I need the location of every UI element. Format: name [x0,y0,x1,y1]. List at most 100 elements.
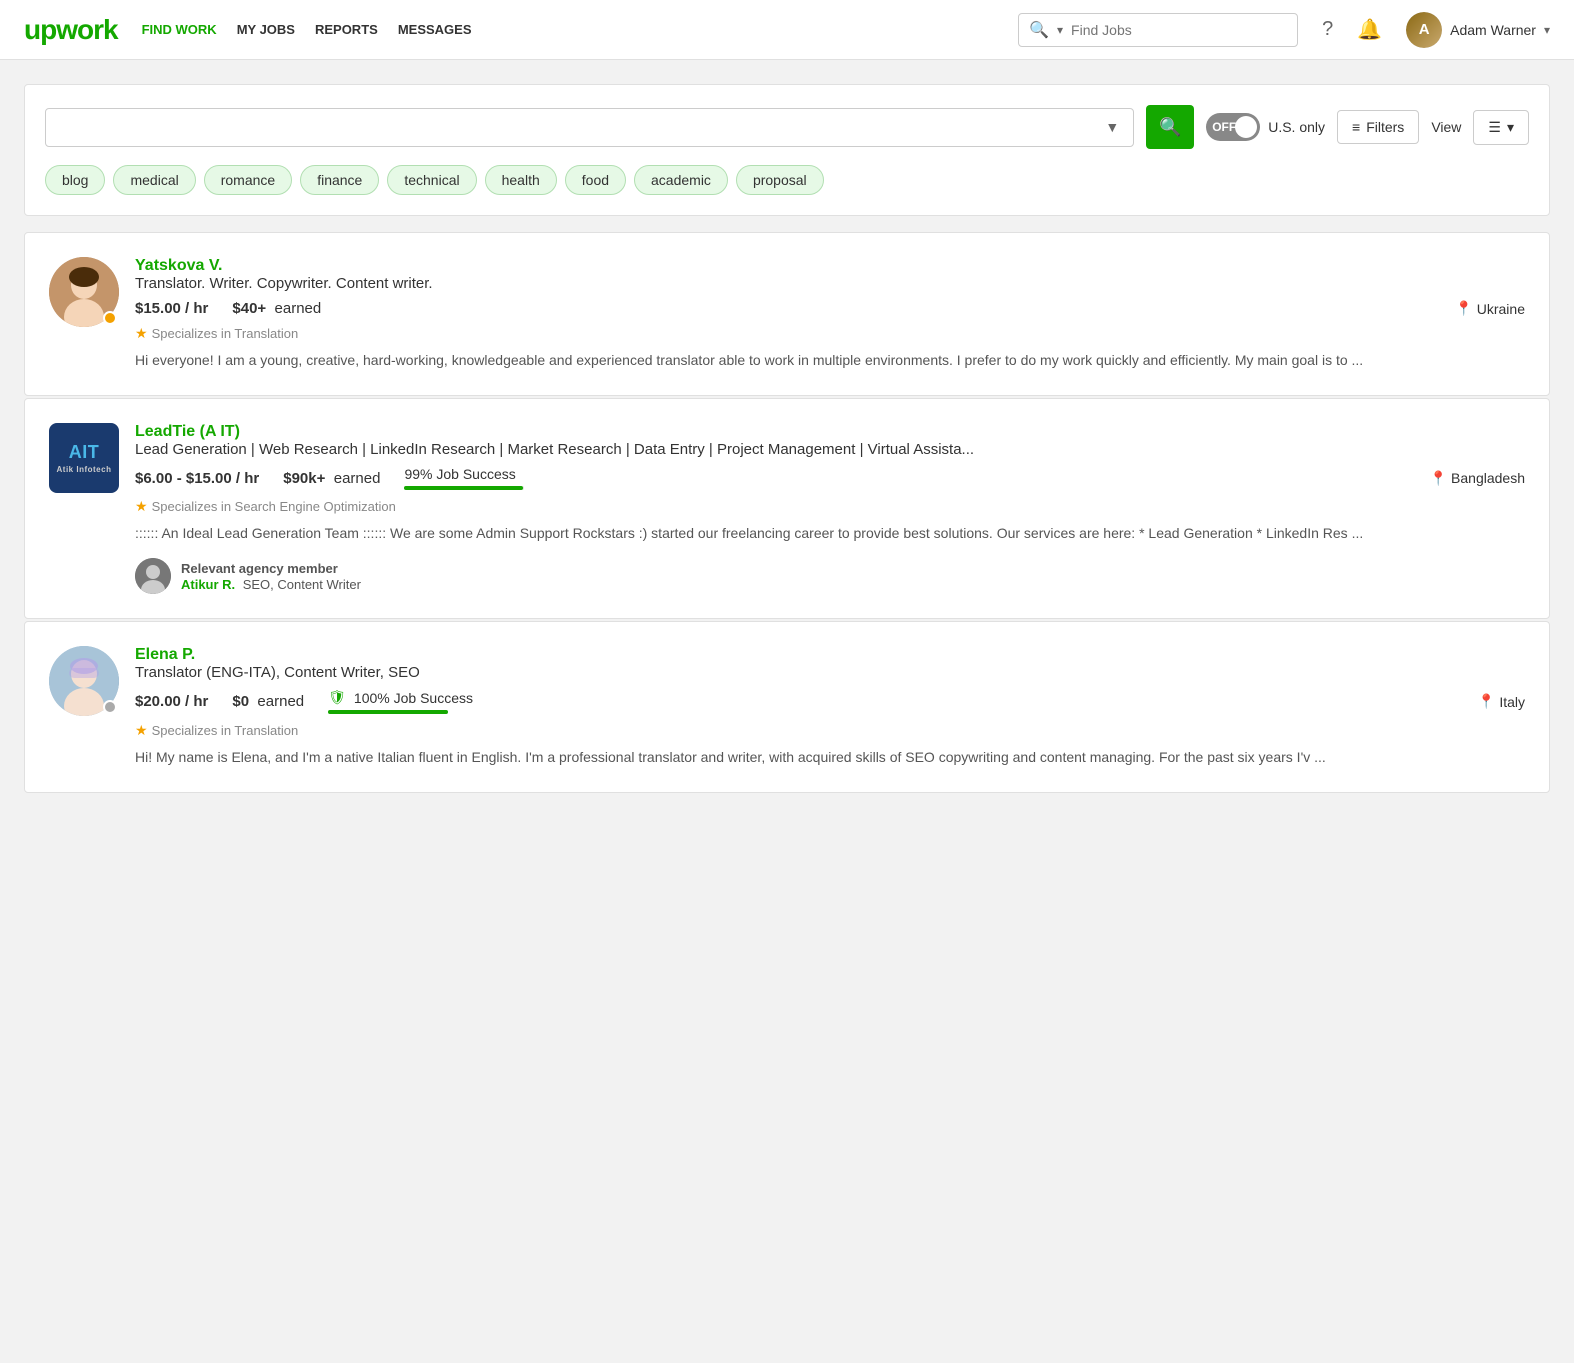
rate: $15.00 / hr [135,300,208,317]
view-toggle-button[interactable]: ☰ ▾ [1473,110,1529,145]
location-icon: 📍 [1430,470,1447,487]
filters-button[interactable]: ≡ Filters [1337,110,1419,144]
us-only-toggle[interactable]: OFF [1206,113,1260,141]
user-menu[interactable]: A Adam Warner ▾ [1406,12,1550,48]
tags-row: blog medical romance finance technical h… [45,165,1529,195]
tag-proposal[interactable]: proposal [736,165,824,195]
card-meta: $6.00 - $15.00 / hr $90k+ earned 99% Job… [135,466,1525,490]
filters-icon: ≡ [1352,119,1360,135]
nav-messages[interactable]: MESSAGES [398,22,472,37]
job-success: 🛡 100% Job Success [328,689,473,714]
earned-value: $0 [232,693,249,710]
search-section: content writer ▼ 🔍 OFF U.S. only ≡ Filte… [24,84,1550,216]
card-top: AIT Atik Infotech LeadTie (A IT) Lead Ge… [49,423,1525,594]
nav-find-work[interactable]: FIND WORK [142,22,217,37]
main-content: content writer ▼ 🔍 OFF U.S. only ≡ Filte… [0,60,1574,819]
earned-info: $40+ earned [232,300,321,317]
star-icon: ★ [135,325,148,342]
toggle-knob [1235,116,1257,138]
earned-value: $40+ [232,300,266,317]
nav-reports[interactable]: REPORTS [315,22,378,37]
avatar-wrap [49,646,119,716]
location-icon: 📍 [1455,300,1472,317]
view-label: View [1431,119,1461,135]
shield-icon: 🛡 [328,689,346,706]
card-top: Elena P. Translator (ENG-ITA), Content W… [49,646,1525,768]
user-menu-chevron[interactable]: ▾ [1544,23,1550,37]
help-icon[interactable]: ? [1322,18,1333,41]
specializes: ★ Specializes in Translation [135,722,1525,739]
tag-health[interactable]: health [485,165,557,195]
location-text: Italy [1499,694,1525,710]
tag-academic[interactable]: academic [634,165,728,195]
result-card: Yatskova V. Translator. Writer. Copywrit… [24,232,1550,396]
search-button[interactable]: 🔍 [1146,105,1194,149]
card-body: Yatskova V. Translator. Writer. Copywrit… [135,257,1525,371]
agency-member-name[interactable]: Atikur R. [181,577,235,592]
freelancer-title: Lead Generation | Web Research | LinkedI… [135,441,1525,458]
header-search-icon: 🔍 [1029,20,1049,40]
location: 📍 Bangladesh [1430,470,1525,487]
logo-text: upwork [24,14,118,46]
toggle-container: OFF U.S. only [1206,113,1325,141]
star-icon: ★ [135,722,148,739]
agency-label: Relevant agency member [181,561,361,576]
freelancer-name[interactable]: Elena P. [135,646,1525,664]
tag-medical[interactable]: medical [113,165,195,195]
results-list: Yatskova V. Translator. Writer. Copywrit… [24,232,1550,795]
header-search-bar[interactable]: 🔍 ▾ [1018,13,1298,47]
tag-food[interactable]: food [565,165,626,195]
job-success-row: 🛡 100% Job Success [328,689,473,706]
location-text: Ukraine [1477,301,1525,317]
freelancer-name[interactable]: LeadTie (A IT) [135,423,1525,441]
location: 📍 Italy [1478,693,1525,710]
search-dropdown-icon[interactable]: ▼ [1105,119,1119,135]
star-icon: ★ [135,498,148,515]
location-text: Bangladesh [1451,470,1525,486]
card-meta: $15.00 / hr $40+ earned 📍 Ukraine [135,300,1525,317]
header: upwork FIND WORK MY JOBS REPORTS MESSAGE… [0,0,1574,60]
tag-technical[interactable]: technical [387,165,476,195]
tag-romance[interactable]: romance [204,165,292,195]
header-search-dropdown[interactable]: ▾ [1057,23,1063,37]
view-list-icon: ☰ [1488,119,1501,136]
agency-member-avatar [135,558,171,594]
bio: Hi! My name is Elena, and I'm a native I… [135,747,1525,768]
success-bar-wrap [404,486,524,490]
agency-member-role: SEO, Content Writer [239,577,361,592]
job-success-text: 100% Job Success [354,690,473,706]
freelancer-name[interactable]: Yatskova V. [135,257,1525,275]
earned-info: $90k+ earned [283,470,380,487]
bio: Hi everyone! I am a young, creative, har… [135,350,1525,371]
specializes: ★ Specializes in Search Engine Optimizat… [135,498,1525,515]
tag-blog[interactable]: blog [45,165,105,195]
result-card: Elena P. Translator (ENG-ITA), Content W… [24,621,1550,793]
freelancer-title: Translator (ENG-ITA), Content Writer, SE… [135,664,1525,681]
job-success-text: 99% Job Success [404,466,515,482]
card-body: LeadTie (A IT) Lead Generation | Web Res… [135,423,1525,594]
card-body: Elena P. Translator (ENG-ITA), Content W… [135,646,1525,768]
result-card: AIT Atik Infotech LeadTie (A IT) Lead Ge… [24,398,1550,619]
status-dot-online [103,311,117,325]
header-search-input[interactable] [1071,22,1287,38]
tag-finance[interactable]: finance [300,165,379,195]
search-button-icon: 🔍 [1159,117,1181,138]
search-input[interactable]: content writer [60,119,1097,136]
status-dot-offline [103,700,117,714]
agency-member-image [135,558,171,594]
specializes-text: Specializes in Translation [152,326,299,341]
nav-my-jobs[interactable]: MY JOBS [237,22,295,37]
avatar-wrap: AIT Atik Infotech [49,423,119,493]
bio: :::::: An Ideal Lead Generation Team :::… [135,523,1525,544]
main-nav: FIND WORK MY JOBS REPORTS MESSAGES [142,22,472,37]
search-field[interactable]: content writer ▼ [45,108,1134,147]
notification-icon[interactable]: 🔔 [1357,17,1382,42]
earned-label: earned [257,693,304,710]
us-only-label: U.S. only [1268,119,1325,135]
agency-info: Relevant agency member Atikur R. SEO, Co… [181,561,361,592]
avatar-wrap [49,257,119,327]
location: 📍 Ukraine [1455,300,1525,317]
earned-label: earned [334,470,381,487]
view-chevron-icon: ▾ [1507,119,1514,136]
specializes: ★ Specializes in Translation [135,325,1525,342]
